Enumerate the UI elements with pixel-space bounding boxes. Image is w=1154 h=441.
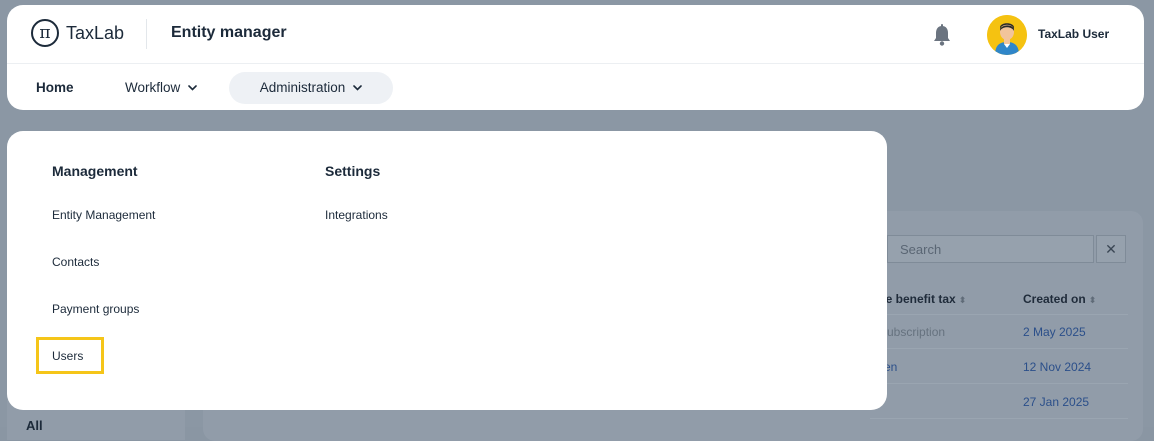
row-divider [870, 383, 1128, 384]
clear-search-button: ✕ [1096, 235, 1126, 263]
logo-text: TaxLab [66, 22, 125, 43]
user-name[interactable]: TaxLab User [1038, 27, 1109, 41]
top-header: π TaxLab Entity manager TaxLab User Home… [7, 5, 1144, 110]
app-title: Entity manager [171, 24, 287, 41]
side-filter-all: All [26, 418, 43, 433]
menu-item-payment-groups[interactable]: Payment groups [52, 302, 139, 316]
nav-workflow-label: Workflow [125, 80, 181, 95]
nav-administration-label: Administration [259, 80, 346, 95]
menu-item-integrations[interactable]: Integrations [325, 208, 388, 222]
pi-logo-icon: π [31, 19, 59, 47]
table-cell-created: 2 May 2025 [1023, 325, 1086, 339]
nav-workflow[interactable]: Workflow [125, 72, 198, 104]
bell-icon[interactable] [932, 24, 952, 46]
row-divider [870, 348, 1128, 349]
administration-dropdown-menu: Management Entity Management Contacts Pa… [7, 131, 887, 410]
nav-home-label: Home [36, 80, 74, 95]
nav-administration[interactable]: Administration [229, 72, 393, 104]
nav-home[interactable]: Home [36, 72, 74, 104]
taxlab-logo[interactable]: π TaxLab [31, 19, 124, 47]
menu-item-users[interactable]: Users [52, 349, 83, 363]
chevron-down-icon [188, 85, 198, 91]
group-title-settings: Settings [325, 163, 381, 179]
sort-icon: ⬍ [958, 295, 967, 305]
divider [146, 19, 147, 49]
user-avatar[interactable] [987, 15, 1027, 55]
chevron-down-icon [353, 85, 363, 91]
group-title-management: Management [52, 163, 138, 179]
menu-item-contacts[interactable]: Contacts [52, 255, 99, 269]
header-divider [7, 63, 1144, 64]
column-header-created-on: Created on ⬍ [1023, 292, 1097, 306]
table-cell-created: 27 Jan 2025 [1023, 395, 1090, 409]
table-cell-created: 12 Nov 2024 [1023, 360, 1092, 374]
avatar-illustration [987, 15, 1027, 55]
search-input: Search [887, 235, 1094, 263]
sort-icon: ⬍ [1088, 295, 1097, 305]
menu-item-entity-management[interactable]: Entity Management [52, 208, 155, 222]
row-divider [870, 418, 1128, 419]
row-divider [870, 314, 1128, 315]
